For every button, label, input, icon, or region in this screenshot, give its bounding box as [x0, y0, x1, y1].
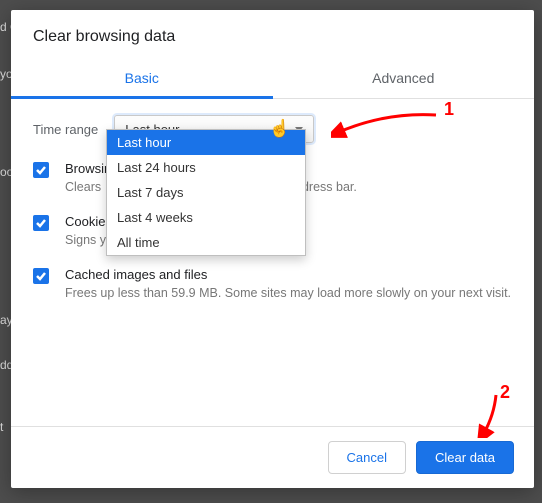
tab-basic[interactable]: Basic [11, 60, 273, 98]
clear-data-button[interactable]: Clear data [416, 441, 514, 474]
checkbox-cache[interactable] [33, 268, 49, 284]
cancel-button[interactable]: Cancel [328, 441, 406, 474]
option-desc: Frees up less than 59.9 MB. Some sites m… [65, 285, 511, 302]
time-range-dropdown: Last hour Last 24 hours Last 7 days Last… [106, 129, 306, 256]
checkbox-cookies[interactable] [33, 215, 49, 231]
option-title: Cached images and files [65, 267, 511, 282]
time-range-option[interactable]: Last 24 hours [107, 155, 305, 180]
checkbox-browsing-history[interactable] [33, 162, 49, 178]
time-range-label: Time range [33, 122, 98, 137]
dialog-footer: Cancel Clear data [11, 426, 534, 488]
time-range-option[interactable]: Last 7 days [107, 180, 305, 205]
time-range-option[interactable]: Last 4 weeks [107, 205, 305, 230]
annotation-label-1: 1 [444, 99, 454, 120]
time-range-option[interactable]: Last hour [107, 130, 305, 155]
annotation-label-2: 2 [500, 382, 510, 403]
bg-text: t [0, 420, 3, 434]
time-range-option[interactable]: All time [107, 230, 305, 255]
tab-bar: Basic Advanced [11, 60, 534, 99]
clear-browsing-data-dialog: Clear browsing data Basic Advanced Time … [11, 10, 534, 488]
dialog-body: Time range Last hour Last hour Last 24 h… [11, 99, 534, 302]
check-icon [35, 270, 47, 282]
check-icon [35, 217, 47, 229]
check-icon [35, 164, 47, 176]
dialog-title: Clear browsing data [11, 10, 534, 60]
option-cache: Cached images and files Frees up less th… [33, 267, 512, 302]
tab-advanced[interactable]: Advanced [273, 60, 535, 98]
